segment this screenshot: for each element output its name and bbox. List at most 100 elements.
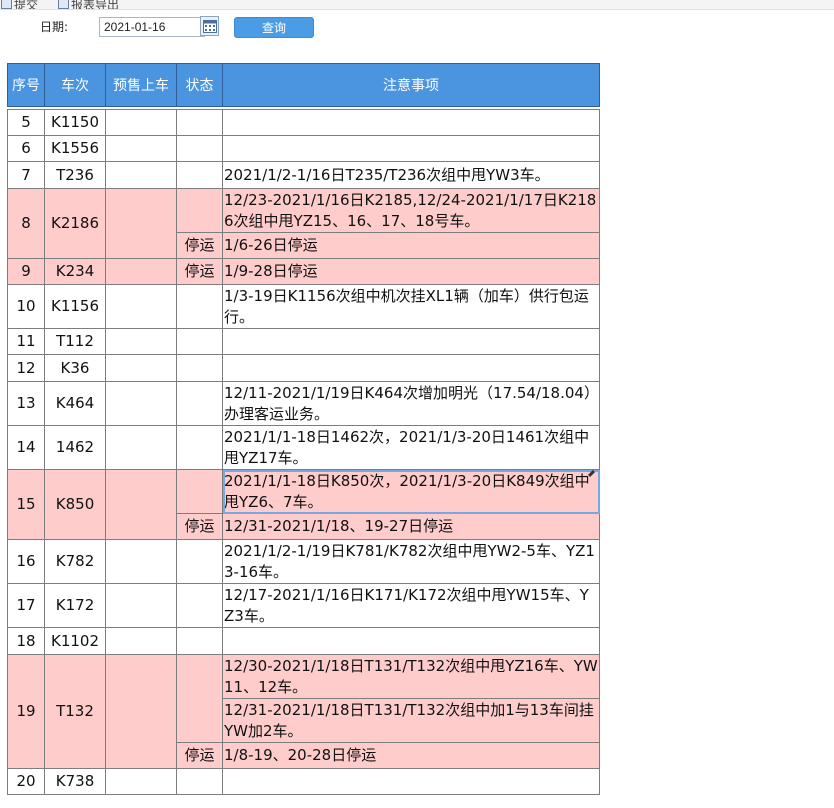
cell-presale[interactable] bbox=[105, 328, 177, 355]
table-row[interactable]: 20 K738 bbox=[7, 768, 600, 795]
cell-train[interactable]: K782 bbox=[44, 539, 106, 584]
cell-notes[interactable]: 1/3-19日K1156次组中机次挂XL1辆（加车）供行包运行。 bbox=[222, 284, 600, 329]
calendar-button[interactable] bbox=[200, 16, 219, 36]
cell-presale[interactable] bbox=[105, 768, 177, 795]
cell-notes[interactable]: 1/8-19、20-28日停运 bbox=[222, 742, 600, 769]
cell-status[interactable] bbox=[176, 161, 223, 189]
cell-notes[interactable]: 1/9-28日停运 bbox=[222, 258, 600, 285]
cell-seq[interactable]: 15 bbox=[7, 469, 45, 540]
cell-presale[interactable] bbox=[105, 654, 177, 769]
cell-status[interactable] bbox=[176, 425, 223, 470]
cell-status[interactable]: 停运 bbox=[176, 258, 223, 285]
table-row[interactable]: 16 K782 2021/1/2-1/19日K781/K782次组中甩YW2-5… bbox=[7, 539, 600, 584]
cell-seq[interactable]: 11 bbox=[7, 328, 45, 355]
cell-presale[interactable] bbox=[105, 161, 177, 189]
cell-train[interactable]: K2186 bbox=[44, 188, 106, 259]
cell-presale[interactable] bbox=[105, 381, 177, 426]
cell-presale[interactable] bbox=[105, 258, 177, 285]
header-presale[interactable]: 预售上车 bbox=[105, 63, 177, 107]
cell-status[interactable] bbox=[176, 135, 223, 162]
table-row[interactable]: 18 K1102 bbox=[7, 627, 600, 655]
cell-status[interactable] bbox=[176, 188, 223, 233]
cell-presale[interactable] bbox=[105, 354, 177, 382]
table-row[interactable]: 15 K850 2021/1/1-18日K850次，2021/1/3-20日K8… bbox=[7, 469, 600, 540]
header-seq[interactable]: 序号 bbox=[7, 63, 45, 107]
cell-notes[interactable]: 12/17-2021/1/16日K171/K172次组中甩YW15车、YZ3车。 bbox=[222, 583, 600, 628]
cell-train[interactable]: 1462 bbox=[44, 425, 106, 470]
cell-seq[interactable]: 17 bbox=[7, 583, 45, 628]
cell-seq[interactable]: 13 bbox=[7, 381, 45, 426]
cell-seq[interactable]: 7 bbox=[7, 161, 45, 189]
cell-seq[interactable]: 18 bbox=[7, 627, 45, 655]
cell-seq[interactable]: 14 bbox=[7, 425, 45, 470]
cell-notes[interactable]: 12/23-2021/1/16日K2185,12/24-2021/1/17日K2… bbox=[222, 188, 600, 233]
cell-seq[interactable]: 6 bbox=[7, 135, 45, 162]
cell-status[interactable] bbox=[176, 583, 223, 628]
cell-notes[interactable] bbox=[222, 627, 600, 655]
cell-presale[interactable] bbox=[105, 583, 177, 628]
export-button[interactable]: 报表导出 bbox=[71, 0, 119, 9]
cell-status[interactable] bbox=[176, 627, 223, 655]
cell-seq[interactable]: 9 bbox=[7, 258, 45, 285]
cell-status[interactable] bbox=[176, 469, 223, 514]
cell-train[interactable]: K850 bbox=[44, 469, 106, 540]
cell-train[interactable]: K738 bbox=[44, 768, 106, 795]
cell-seq[interactable]: 20 bbox=[7, 768, 45, 795]
cell-train[interactable]: K464 bbox=[44, 381, 106, 426]
cell-train[interactable]: K172 bbox=[44, 583, 106, 628]
cell-notes[interactable] bbox=[222, 768, 600, 795]
date-input[interactable]: 2021-01-16 bbox=[99, 17, 205, 37]
cell-seq[interactable]: 8 bbox=[7, 188, 45, 259]
cell-notes[interactable]: 12/11-2021/1/19日K464次增加明光（17.54/18.04）办理… bbox=[222, 381, 600, 426]
table-row[interactable]: 13 K464 12/11-2021/1/19日K464次增加明光（17.54/… bbox=[7, 381, 600, 426]
cell-presale[interactable] bbox=[105, 135, 177, 162]
cell-presale[interactable] bbox=[105, 109, 177, 136]
cell-train[interactable]: T236 bbox=[44, 161, 106, 189]
submit-button[interactable]: 提交 bbox=[14, 0, 38, 9]
cell-notes[interactable] bbox=[222, 109, 600, 136]
cell-presale[interactable] bbox=[105, 425, 177, 470]
cell-status[interactable] bbox=[176, 109, 223, 136]
cell-presale[interactable] bbox=[105, 469, 177, 540]
query-button[interactable]: 查询 bbox=[234, 17, 314, 38]
cell-notes-selected[interactable]: 2021/1/1-18日K850次，2021/1/3-20日K849次组中甩YZ… bbox=[222, 469, 600, 514]
cell-notes[interactable]: 12/31-2021/1/18、19-27日停运 bbox=[222, 513, 600, 540]
cell-train[interactable]: K1156 bbox=[44, 284, 106, 329]
cell-status[interactable] bbox=[176, 284, 223, 329]
cell-presale[interactable] bbox=[105, 627, 177, 655]
cell-status[interactable] bbox=[176, 768, 223, 795]
table-row[interactable]: 19 T132 12/30-2021/1/18日T131/T132次组中甩YZ1… bbox=[7, 654, 600, 769]
cell-status[interactable] bbox=[176, 539, 223, 584]
cell-seq[interactable]: 5 bbox=[7, 109, 45, 136]
cell-notes[interactable] bbox=[222, 354, 600, 382]
cell-status[interactable]: 停运 bbox=[176, 513, 223, 540]
cell-seq[interactable]: 19 bbox=[7, 654, 45, 769]
table-row[interactable]: 9 K234 停运 1/9-28日停运 bbox=[7, 258, 600, 285]
cell-status[interactable] bbox=[176, 654, 223, 743]
cell-notes[interactable] bbox=[222, 328, 600, 355]
cell-train[interactable]: T132 bbox=[44, 654, 106, 769]
cell-status[interactable] bbox=[176, 328, 223, 355]
header-train[interactable]: 车次 bbox=[44, 63, 106, 107]
cell-presale[interactable] bbox=[105, 188, 177, 259]
table-row[interactable]: 8 K2186 12/23-2021/1/16日K2185,12/24-2021… bbox=[7, 188, 600, 259]
cell-presale[interactable] bbox=[105, 539, 177, 584]
cell-presale[interactable] bbox=[105, 284, 177, 329]
cell-train[interactable]: K36 bbox=[44, 354, 106, 382]
cell-notes[interactable]: 2021/1/2-1/19日K781/K782次组中甩YW2-5车、YZ13-1… bbox=[222, 539, 600, 584]
header-notes[interactable]: 注意事项 bbox=[222, 63, 600, 107]
cell-status[interactable] bbox=[176, 381, 223, 426]
table-row[interactable]: 12 K36 bbox=[7, 354, 600, 382]
cell-notes[interactable]: 2021/1/2-1/16日T235/T236次组中甩YW3车。 bbox=[222, 161, 600, 189]
cell-status[interactable]: 停运 bbox=[176, 742, 223, 769]
table-row[interactable]: 14 1462 2021/1/1-18日1462次，2021/1/3-20日14… bbox=[7, 425, 600, 470]
cell-seq[interactable]: 12 bbox=[7, 354, 45, 382]
cell-train[interactable]: K1556 bbox=[44, 135, 106, 162]
cell-train[interactable]: T112 bbox=[44, 328, 106, 355]
cell-seq[interactable]: 16 bbox=[7, 539, 45, 584]
cell-notes[interactable]: 1/6-26日停运 bbox=[222, 232, 600, 259]
table-row[interactable]: 11 T112 bbox=[7, 328, 600, 355]
table-row[interactable]: 6 K1556 bbox=[7, 135, 600, 162]
header-status[interactable]: 状态 bbox=[176, 63, 223, 107]
table-row[interactable]: 5 K1150 bbox=[7, 109, 600, 136]
